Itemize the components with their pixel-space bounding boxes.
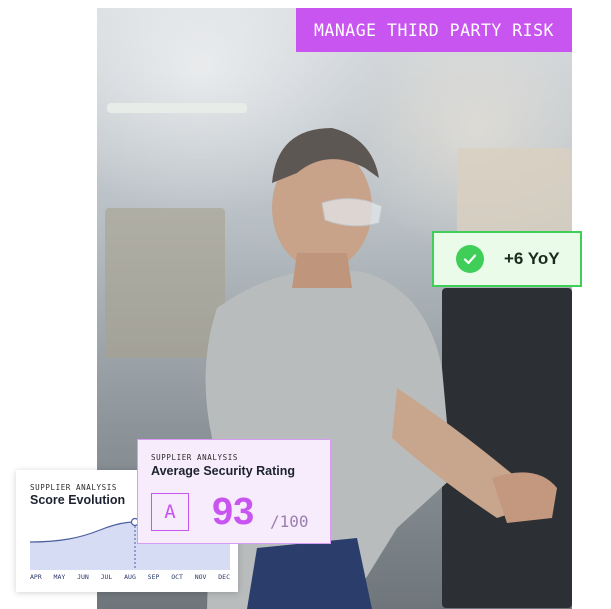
check-icon — [456, 245, 484, 273]
security-rating-title: Average Security Rating — [151, 464, 296, 478]
month-label: SEP — [147, 573, 160, 581]
yoy-text: +6 YoY — [504, 249, 560, 268]
banner-text: MANAGE THIRD PARTY RISK — [314, 20, 554, 40]
security-rating-card: SUPPLIER ANALYSIS Average Security Ratin… — [137, 439, 331, 544]
yoy-badge: +6 YoY — [432, 231, 582, 287]
month-label: NOV — [194, 573, 207, 581]
page-banner: MANAGE THIRD PARTY RISK — [296, 8, 572, 52]
month-label: MAY — [53, 573, 66, 581]
month-label: DEC — [218, 573, 230, 581]
security-rating-label: SUPPLIER ANALYSIS — [151, 453, 238, 462]
score-max: /100 — [270, 512, 309, 531]
grade-box: A — [151, 493, 189, 531]
month-label: APR — [30, 573, 42, 581]
score-evolution-label: SUPPLIER ANALYSIS — [30, 483, 117, 492]
month-label: JUN — [77, 573, 89, 581]
month-axis: APR MAY JUN JUL AUG SEP OCT NOV DEC — [30, 573, 230, 581]
score-evolution-title: Score Evolution — [30, 493, 126, 507]
security-score: 93 — [212, 491, 255, 533]
month-label: OCT — [171, 573, 183, 581]
month-label: AUG — [124, 573, 136, 581]
month-label: JUL — [100, 573, 113, 581]
